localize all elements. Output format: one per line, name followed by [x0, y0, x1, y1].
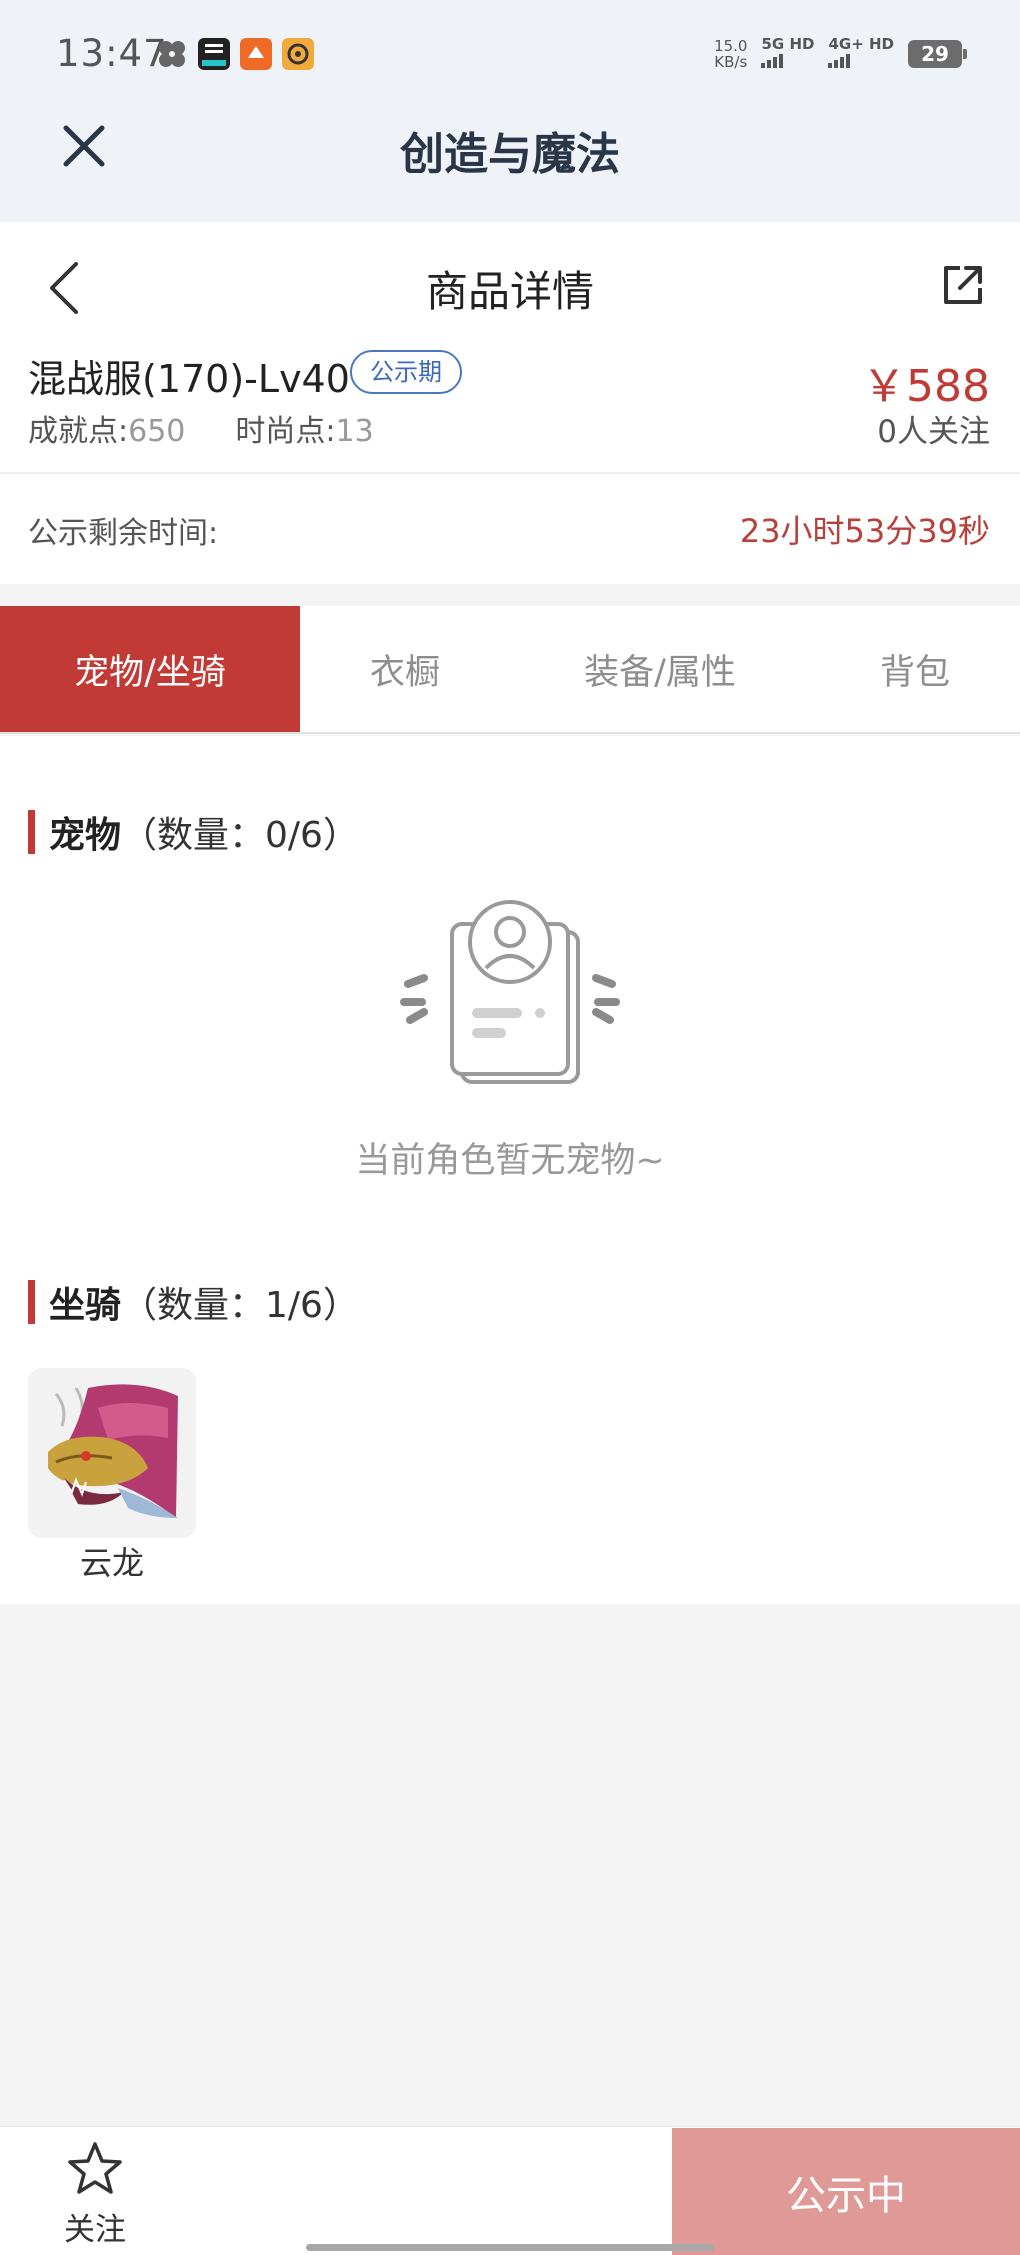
game-app-icon [240, 38, 272, 70]
page-title: 商品详情 [425, 267, 594, 316]
sim1-label: 5G HD [761, 35, 815, 53]
fashion-label: 时尚点: [235, 414, 336, 449]
signal-bars-icon [828, 54, 851, 68]
publicity-status-button[interactable]: 公示中 [672, 2128, 1020, 2255]
net-speed-value: 15.0 [714, 37, 748, 55]
signal-bars-icon [761, 54, 784, 68]
dragon-mount-icon [48, 1384, 178, 1518]
net-speed-unit: KB/s [714, 53, 748, 71]
fashion-value: 13 [335, 414, 374, 449]
follow-button[interactable]: 关注 [30, 2140, 160, 2248]
achievement-label: 成就点: [28, 414, 129, 449]
achievement-value: 650 [128, 414, 186, 449]
mount-card[interactable] [28, 1368, 196, 1538]
share-icon[interactable] [940, 262, 986, 308]
target-app-icon [282, 38, 314, 70]
tab-wardrobe[interactable]: 衣橱 [300, 606, 510, 732]
sim1-signal: 5G HD [761, 36, 814, 72]
home-indicator[interactable] [306, 2244, 714, 2251]
app-title: 创造与魔法 [400, 129, 620, 180]
news-app-icon [198, 38, 230, 70]
status-app-icons [156, 38, 314, 70]
mounts-title: 坐骑 [49, 1285, 122, 1326]
follow-label: 关注 [64, 2212, 126, 2248]
status-badge: 公示期 [350, 350, 462, 394]
section-marker [28, 810, 35, 854]
sim2-label: 4G+ HD [828, 35, 894, 53]
star-icon [68, 2142, 122, 2194]
fan-app-icon [159, 41, 185, 67]
pets-count: （数量：0/6） [121, 815, 359, 856]
sim2-signal: 4G+ HD [828, 36, 894, 72]
countdown-label: 公示剩余时间: [28, 516, 219, 551]
tab-pets-mounts[interactable]: 宠物/坐骑 [0, 606, 300, 732]
tab-backpack[interactable]: 背包 [810, 606, 1020, 732]
status-time: 13:47 [56, 32, 168, 75]
mounts-count: （数量：1/6） [121, 1285, 359, 1326]
product-stats: 成就点:650 时尚点:13 [28, 406, 374, 450]
pets-section-title: 宠物 （数量：0/6） [28, 806, 359, 858]
tab-bar: 宠物/坐骑 衣橱 装备/属性 背包 [0, 606, 1020, 734]
empty-profile-icon [400, 900, 620, 1084]
pets-empty-text: 当前角色暂无宠物~ [355, 1141, 665, 1181]
follower-count: 0人关注 [877, 414, 990, 450]
mount-name: 云龙 [79, 1544, 144, 1582]
mounts-section-title: 坐骑 （数量：1/6） [28, 1276, 359, 1328]
countdown-value: 23小时53分39秒 [739, 512, 990, 550]
battery-icon: 29 [908, 40, 967, 68]
tab-equipment[interactable]: 装备/属性 [510, 606, 810, 732]
product-price: ￥588 [862, 361, 990, 412]
product-name: 混战服(170)-Lv40 [28, 357, 350, 401]
pets-title: 宠物 [49, 815, 122, 856]
status-indicators: 15.0 KB/s 5G HD 4G+ HD 29 [714, 36, 967, 72]
section-marker [28, 1280, 35, 1324]
net-speed: 15.0 KB/s [714, 38, 747, 70]
